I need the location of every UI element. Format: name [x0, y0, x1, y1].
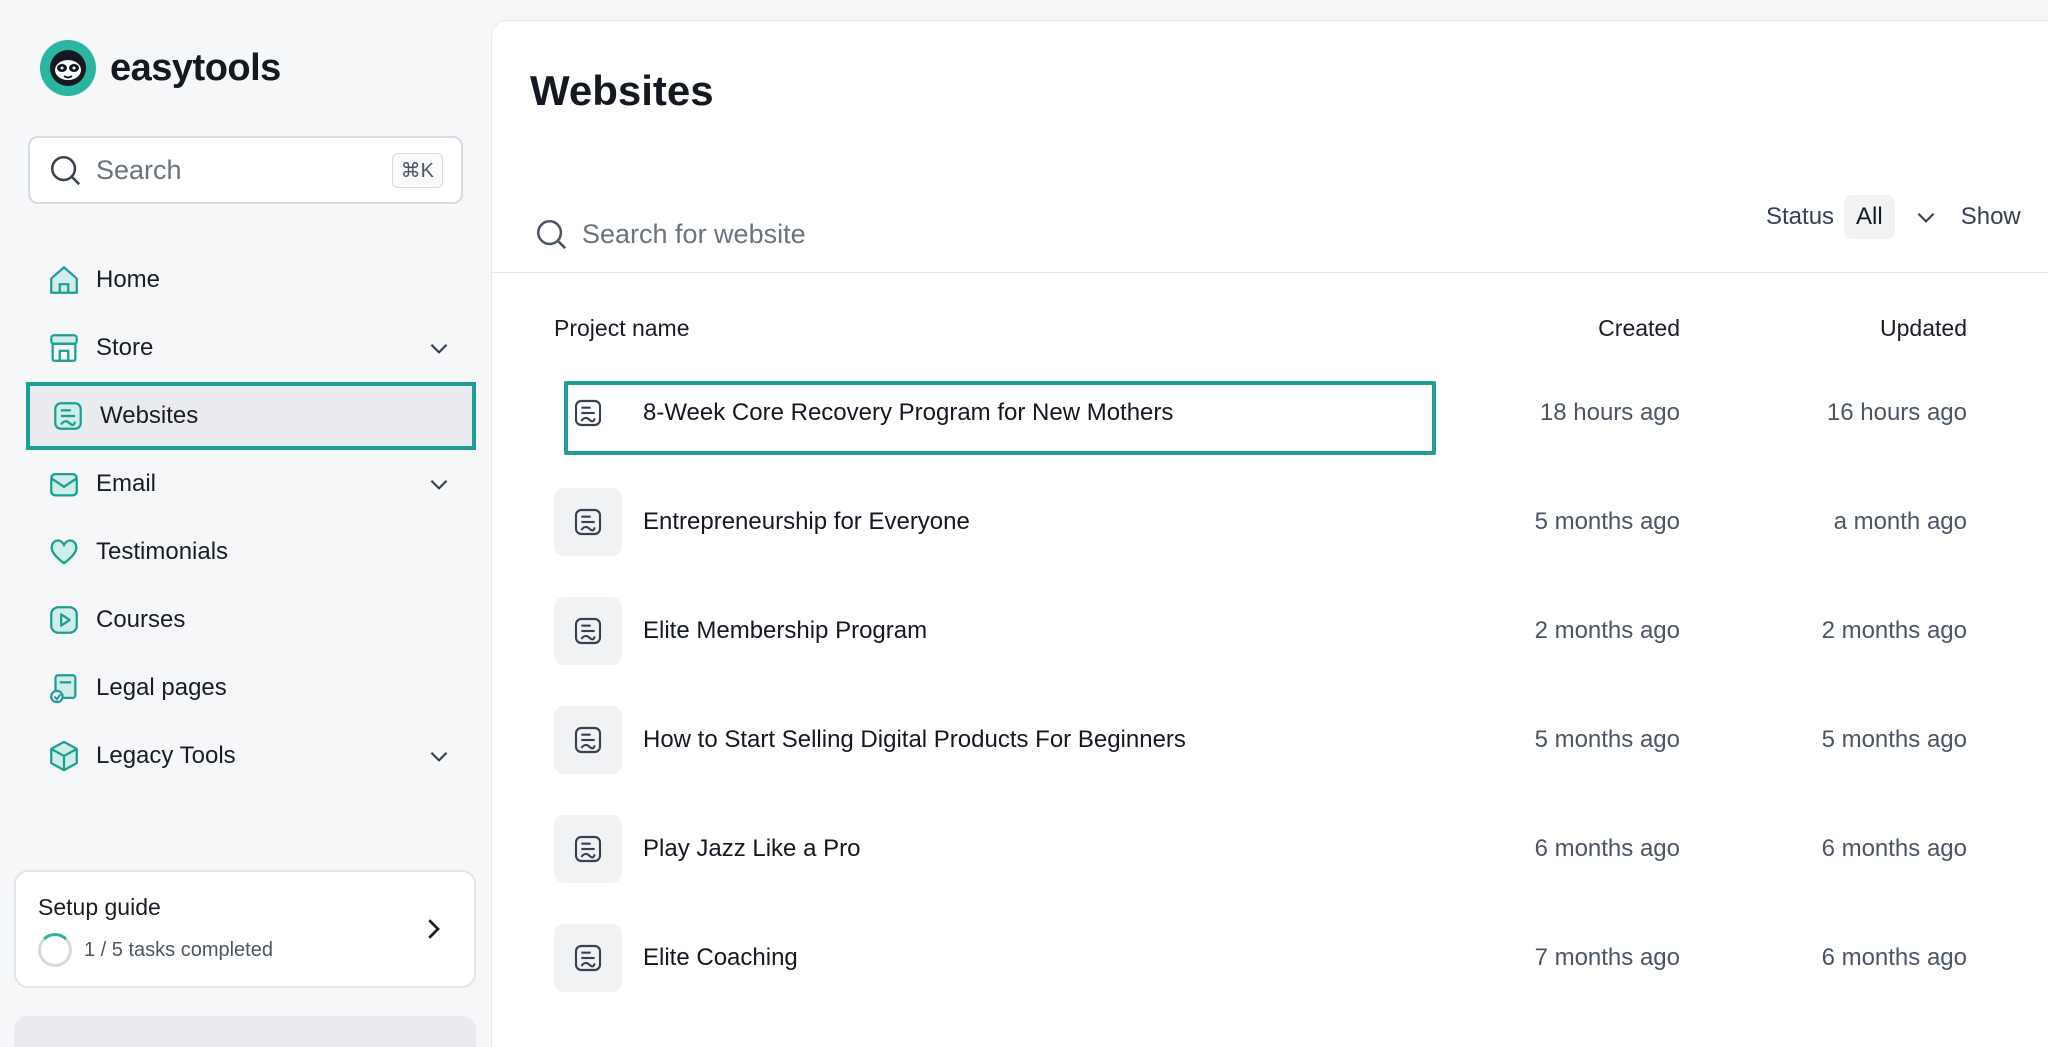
sidebar-item-websites[interactable]: Websites: [26, 382, 476, 450]
table-row[interactable]: How to Start Selling Digital Products Fo…: [492, 682, 2048, 791]
project-name[interactable]: 8-Week Core Recovery Program for New Mot…: [643, 399, 1173, 427]
sidebar-search[interactable]: Search ⌘K: [28, 136, 463, 204]
sidebar-item-label: Websites: [100, 402, 199, 429]
email-icon: [46, 466, 82, 502]
chevron-down-icon[interactable]: [426, 335, 452, 361]
project-name[interactable]: Play Jazz Like a Pro: [643, 835, 860, 863]
sidebar-item-label: Legal pages: [96, 674, 227, 701]
collapsed-banner: [14, 1016, 476, 1047]
website-search-input[interactable]: Search for website: [534, 217, 806, 251]
filters: Status All Show: [1766, 195, 2021, 239]
column-header-project-name[interactable]: Project name: [554, 315, 690, 342]
search-icon: [536, 219, 567, 250]
brand[interactable]: easytools: [40, 40, 281, 96]
home-icon: [46, 262, 82, 298]
main-panel: Websites Search for website Status All S…: [491, 20, 2048, 1047]
sidebar-item-courses[interactable]: Courses: [24, 586, 476, 654]
document-check-icon: [46, 670, 82, 706]
setup-guide-card[interactable]: Setup guide 1 / 5 tasks completed: [14, 870, 476, 988]
sidebar: easytools Search ⌘K Home Store Websites …: [0, 0, 490, 1047]
updated-date: 5 months ago: [1821, 726, 1967, 753]
chevron-down-icon[interactable]: [1913, 204, 1939, 230]
sidebar-item-store[interactable]: Store: [24, 314, 476, 382]
table-row[interactable]: Play Jazz Like a Pro 6 months ago 6 mont…: [492, 791, 2048, 900]
search-placeholder: Search: [96, 154, 182, 185]
chevron-down-icon[interactable]: [426, 471, 452, 497]
progress-ring-icon: [38, 933, 72, 967]
table-row[interactable]: Elite Membership Program 2 months ago 2 …: [492, 573, 2048, 682]
website-icon: [554, 815, 622, 883]
status-filter-label: Status: [1766, 203, 1835, 230]
updated-date: 6 months ago: [1821, 944, 1967, 971]
created-date: 5 months ago: [1534, 508, 1680, 535]
sidebar-item-label: Testimonials: [96, 538, 229, 565]
search-placeholder: Search for website: [582, 218, 806, 249]
sidebar-item-legacy-tools[interactable]: Legacy Tools: [24, 722, 476, 790]
chevron-down-icon[interactable]: [426, 743, 452, 769]
created-date: 7 months ago: [1534, 944, 1680, 971]
websites-table: Project name Created Updated 8-Week Core…: [492, 295, 2048, 1009]
sidebar-item-label: Courses: [96, 606, 186, 633]
sidebar-item-label: Email: [96, 470, 157, 497]
table-header: Project name Created Updated: [492, 295, 2048, 355]
setup-guide-title: Setup guide: [38, 894, 161, 920]
search-icon: [50, 155, 81, 186]
show-filter-label[interactable]: Show: [1961, 203, 2021, 231]
updated-date: 16 hours ago: [1826, 399, 1967, 426]
created-date: 18 hours ago: [1539, 399, 1680, 426]
table-row[interactable]: Elite Coaching 7 months ago 6 months ago: [492, 900, 2048, 1009]
updated-date: a month ago: [1833, 508, 1967, 535]
created-date: 6 months ago: [1534, 835, 1680, 862]
status-filter-select[interactable]: All: [1844, 195, 1895, 239]
table-row[interactable]: 8-Week Core Recovery Program for New Mot…: [492, 355, 2048, 464]
updated-date: 2 months ago: [1821, 617, 1967, 644]
sidebar-item-home[interactable]: Home: [24, 246, 476, 314]
brand-name: easytools: [110, 46, 281, 89]
column-header-created[interactable]: Created: [1598, 315, 1680, 342]
website-icon: [554, 706, 622, 774]
play-icon: [46, 602, 82, 638]
project-name[interactable]: Elite Membership Program: [643, 617, 927, 645]
updated-date: 6 months ago: [1821, 835, 1967, 862]
store-icon: [46, 330, 82, 366]
website-icon: [554, 488, 622, 556]
heart-icon: [46, 534, 82, 570]
sidebar-item-label: Legacy Tools: [96, 742, 236, 769]
created-date: 2 months ago: [1534, 617, 1680, 644]
shortcut-badge: ⌘K: [391, 152, 443, 188]
website-icon: [554, 597, 622, 665]
setup-progress-text: 1 / 5 tasks completed: [84, 938, 273, 961]
website-icon: [50, 398, 86, 434]
column-header-updated[interactable]: Updated: [1880, 315, 1967, 342]
table-row[interactable]: Entrepreneurship for Everyone 5 months a…: [492, 464, 2048, 573]
sidebar-item-legal-pages[interactable]: Legal pages: [24, 654, 476, 722]
sidebar-item-label: Home: [96, 266, 161, 293]
created-date: 5 months ago: [1534, 726, 1680, 753]
sidebar-item-testimonials[interactable]: Testimonials: [24, 518, 476, 586]
website-icon: [554, 924, 622, 992]
sidebar-item-label: Store: [96, 334, 154, 361]
sidebar-nav: Home Store Websites Email Testimonials C…: [24, 246, 476, 790]
table-toolbar: Search for website Status All Show: [492, 171, 2048, 273]
page-title: Websites: [530, 67, 714, 114]
sloth-logo-icon: [40, 40, 96, 96]
sidebar-item-email[interactable]: Email: [24, 450, 476, 518]
package-icon: [46, 738, 82, 774]
chevron-right-icon[interactable]: [418, 914, 448, 944]
project-name[interactable]: How to Start Selling Digital Products Fo…: [643, 726, 1186, 754]
project-name[interactable]: Elite Coaching: [643, 944, 798, 972]
project-name[interactable]: Entrepreneurship for Everyone: [643, 508, 970, 536]
